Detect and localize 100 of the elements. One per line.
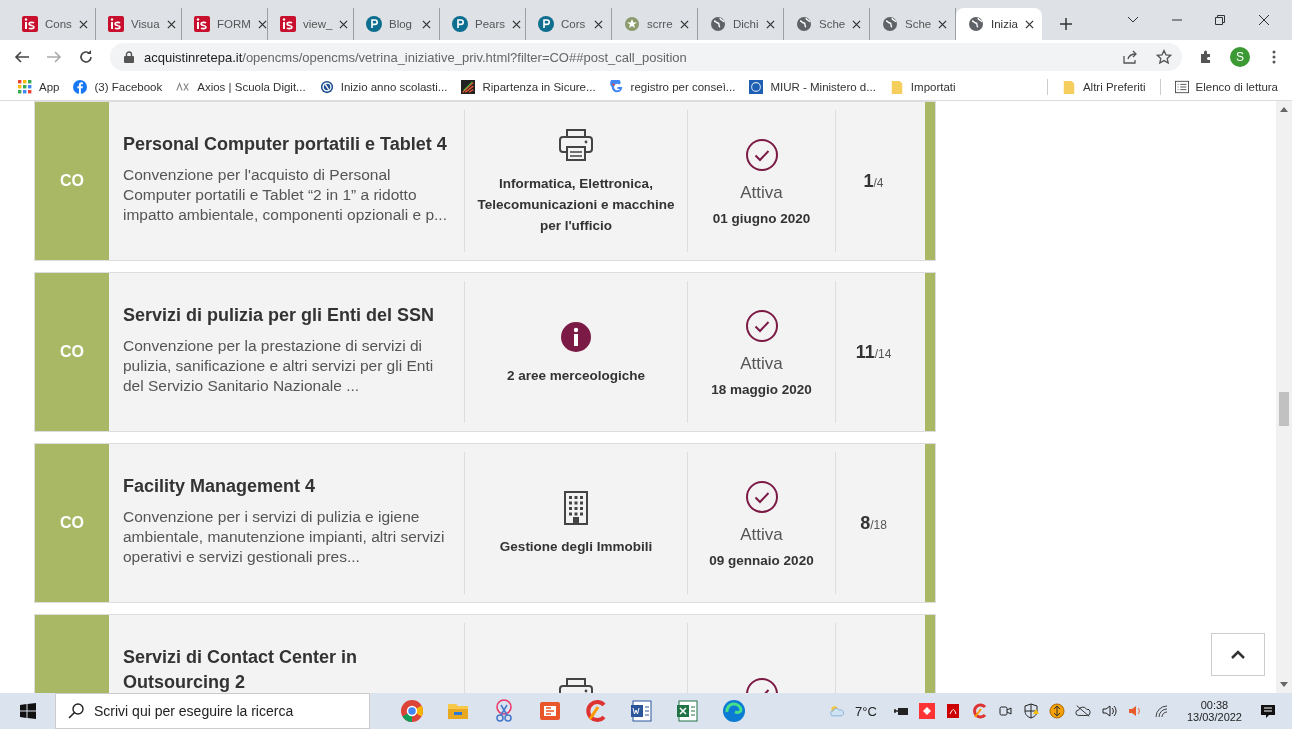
close-icon[interactable] — [1024, 19, 1034, 29]
diamond-app-icon[interactable] — [918, 703, 935, 719]
arrows-circle-icon[interactable] — [1048, 703, 1065, 719]
bookmark[interactable]: Elenco di lettura — [1174, 80, 1278, 94]
close-icon[interactable] — [594, 19, 603, 29]
tab-title: Visua — [131, 18, 160, 30]
type-badge: CO — [35, 444, 109, 602]
lot-count: 11/14 — [854, 341, 893, 363]
browser-tab[interactable]: scrre — [612, 8, 698, 40]
taskbar-clock[interactable]: 00:38 13/03/2022 — [1186, 699, 1242, 723]
initiative-title[interactable]: Servizi di Contact Center in Outsourcing 2 — [123, 645, 452, 693]
bookmark[interactable]: Importati — [889, 80, 956, 94]
browser-tab[interactable]: FORM — [182, 8, 268, 40]
lock-icon — [124, 51, 134, 63]
close-icon[interactable] — [422, 19, 431, 29]
bookmark[interactable]: MIUR - Ministero d... — [749, 80, 876, 94]
lot-count: 1/4 — [862, 170, 885, 192]
browser-tab[interactable]: Cons — [10, 8, 96, 40]
chevron-down-icon[interactable] — [1127, 16, 1139, 24]
bookmark[interactable]: Inizio anno scolasti... — [319, 80, 448, 94]
reading-list-icon — [1174, 80, 1189, 94]
is-logo-icon — [194, 16, 210, 32]
bookmark-label: Axios | Scuola Digit... — [197, 81, 306, 93]
browser-tab[interactable]: Sche — [784, 8, 870, 40]
browser-tab[interactable]: Inizia — [956, 8, 1042, 40]
initiative-description: Convenzione per la prestazione di servizi di pulizia, sanificazione e altri servizi per gli Enti del Servizio Sanitario Nazionale ... — [123, 336, 435, 396]
browser-tab[interactable]: Visua — [96, 8, 182, 40]
bookmark[interactable]: Ripartenza in Sicure... — [461, 80, 596, 94]
tab-title: view_ — [303, 18, 333, 30]
p-logo-icon — [366, 16, 382, 32]
pdf-icon[interactable] — [944, 703, 961, 719]
camera-icon[interactable] — [996, 703, 1013, 719]
initiative-card[interactable] — [34, 443, 936, 603]
globe-icon — [882, 16, 898, 32]
initiative-card[interactable] — [34, 101, 936, 261]
scrollbar[interactable] — [1276, 101, 1292, 693]
back-arrow-icon[interactable] — [14, 49, 30, 65]
cloud-off-icon[interactable] — [1074, 703, 1091, 719]
scrollbar-thumb[interactable] — [1279, 392, 1289, 426]
bookmark[interactable]: Axios | Scuola Digit... — [176, 80, 306, 94]
bookmark[interactable]: App — [18, 80, 60, 94]
brush-icon[interactable] — [970, 703, 987, 719]
close-icon[interactable] — [512, 19, 522, 29]
close-icon[interactable] — [680, 19, 689, 29]
reload-icon[interactable] — [78, 49, 94, 65]
printer-icon — [558, 126, 594, 163]
bookmark[interactable]: (3) Facebook — [73, 80, 163, 94]
shield-icon[interactable] — [1022, 703, 1039, 719]
notification-icon[interactable] — [1260, 703, 1276, 719]
emblem-icon — [624, 16, 640, 32]
star-icon[interactable] — [1156, 49, 1172, 65]
folder-icon — [1061, 80, 1076, 94]
office-app-icon[interactable] — [538, 699, 562, 723]
wifi-icon[interactable] — [1152, 703, 1169, 719]
taskbar-search-field[interactable]: Scrivi qui per eseguire la ricerca — [55, 693, 370, 729]
address-field[interactable]: acquistinretepa.it/opencms/opencms/vetrina_iniziative_priv.html?filter=CO##post_call_position — [110, 43, 1182, 71]
brush-icon[interactable] — [584, 699, 608, 723]
initiative-title[interactable]: Personal Computer portatili e Tablet 4 — [123, 132, 452, 157]
g-logo-icon — [609, 80, 624, 94]
speaker-icon[interactable] — [1100, 703, 1117, 719]
scroll-up-icon[interactable] — [1280, 107, 1288, 112]
browser-tab[interactable]: Pears — [440, 8, 526, 40]
initiative-card[interactable] — [34, 272, 936, 432]
globe-icon — [710, 16, 726, 32]
close-icon[interactable] — [852, 19, 862, 29]
chevron-up-icon — [1231, 650, 1245, 659]
windows-start-icon[interactable] — [20, 703, 36, 719]
tab-title: Sche — [819, 18, 846, 30]
scroll-down-icon[interactable] — [1280, 682, 1288, 687]
close-icon[interactable] — [339, 19, 349, 29]
status-label: Attiva — [740, 524, 783, 545]
bookmark[interactable]: registro per conseì... — [609, 80, 736, 94]
bookmark[interactable]: Altri Preferiti — [1061, 80, 1146, 94]
close-icon[interactable] — [166, 19, 176, 29]
initiative-title[interactable]: Facility Management 4 — [123, 474, 452, 499]
status-label: Attiva — [740, 182, 783, 203]
initiative-title[interactable]: Servizi di pulizia per gli Enti del SSN — [123, 303, 452, 328]
word-icon[interactable] — [630, 699, 654, 723]
browser-tab[interactable]: view_ — [268, 8, 354, 40]
close-icon[interactable] — [257, 19, 267, 29]
close-icon[interactable] — [938, 19, 948, 29]
initiative-description: Convenzione per i servizi di pulizia e igiene ambientale, manutenzione impianti, altri servizi operativi e servizi gestionali pres... — [123, 507, 446, 567]
browser-tab[interactable]: Blog — [354, 8, 440, 40]
category-label: Informatica, Elettronica, Telecomunicazioni e macchine per l'ufficio — [476, 174, 676, 235]
tab-title: Dichi — [733, 18, 759, 30]
share-icon[interactable] — [1122, 49, 1138, 65]
bookmark-label: Altri Preferiti — [1082, 81, 1146, 93]
browser-tab[interactable]: Cors — [526, 8, 612, 40]
restore-icon[interactable] — [1215, 15, 1225, 25]
profile-avatar[interactable]: S — [1230, 47, 1250, 67]
close-icon[interactable] — [78, 19, 88, 29]
initiative-card[interactable]: Servizi di Contact Center in Outsourcing 2 — [34, 614, 936, 693]
chrome-icon[interactable] — [400, 699, 424, 723]
excel-icon[interactable] — [676, 699, 700, 723]
search-icon — [68, 703, 84, 719]
edge-icon[interactable] — [722, 699, 746, 723]
new-tab-icon[interactable] — [1060, 18, 1072, 30]
close-icon[interactable] — [766, 19, 775, 29]
browser-tab[interactable]: Dichi — [698, 8, 784, 40]
close-icon[interactable] — [1258, 14, 1270, 26]
